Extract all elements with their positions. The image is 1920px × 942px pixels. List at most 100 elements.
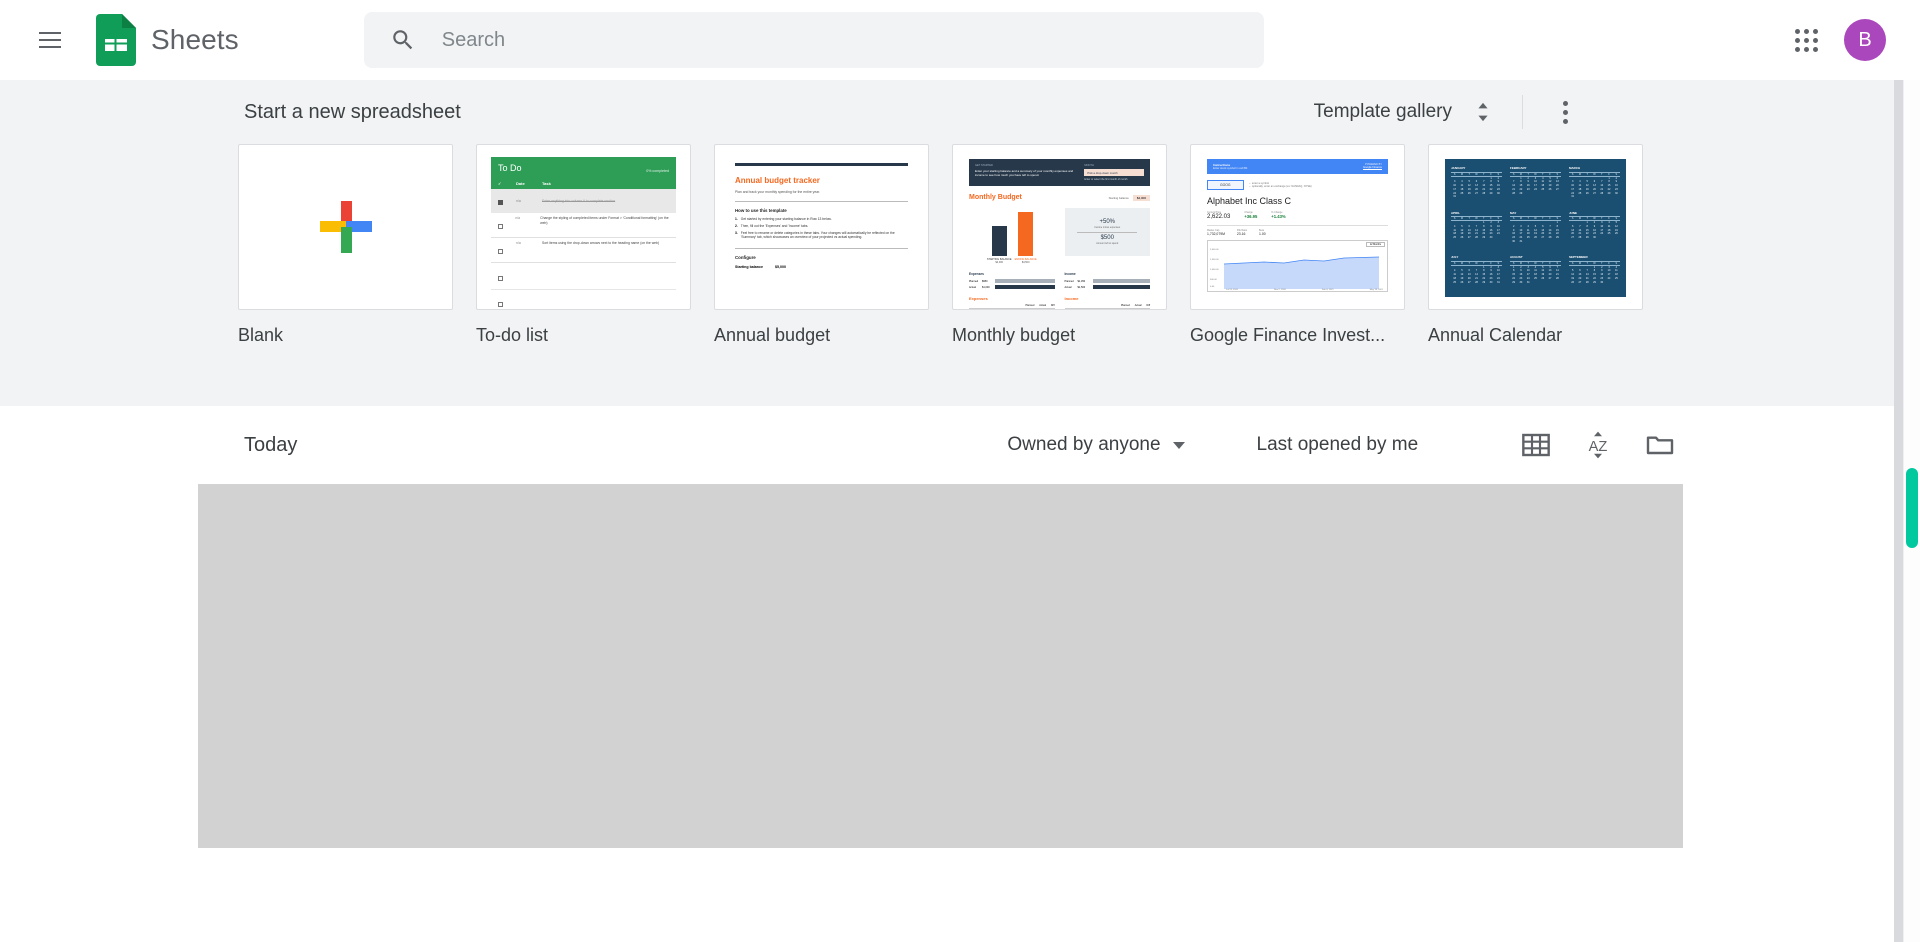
gf-banner-right-link: Google Finance	[1363, 166, 1382, 169]
templates-section: Start a new spreadsheet Template gallery	[0, 80, 1920, 406]
calendar-day: 27	[1541, 236, 1545, 240]
templates-actions: Template gallery	[1314, 92, 1880, 132]
calendar-month-name: APRIL	[1451, 210, 1460, 215]
todo-header-title: To Do	[498, 163, 522, 173]
gf-y-tick: 1,500.00	[1210, 259, 1219, 261]
section-title: Start a new spreadsheet	[244, 100, 461, 123]
calendar-day: 28	[1600, 191, 1604, 195]
calendar-weekday: S	[1453, 217, 1456, 221]
folder-icon[interactable]	[1644, 429, 1676, 461]
calendar-weekday: F	[1490, 261, 1492, 265]
calendar-day: 29	[1489, 191, 1493, 195]
gf-hint: ← optionally, enter an exchange (ex: NAS…	[1248, 185, 1312, 188]
calendar-weekday: T	[1601, 261, 1603, 265]
calendar-weekday: F	[1549, 172, 1551, 176]
gf-symbol-input: GOOG	[1207, 180, 1244, 190]
calendar-month: FEBRUARY S M T W T F S 1 2 3 4 5 6 7 8 9 10 11 12 13 14 15 16 1…	[1510, 166, 1561, 205]
template-thumbnail: To Do 0% completed ✓ Date Task n/a Enter…	[476, 144, 691, 310]
template-thumbnail	[238, 144, 453, 310]
template-gallery-link[interactable]: Template gallery	[1314, 101, 1452, 123]
calendar-day: 24	[1607, 276, 1611, 280]
calendar-day: 25	[1460, 191, 1464, 195]
calendar-month: JULY S M T W T F S 1 2 3 4 5 6 7 8 9 10 11 12 13 14 15 16 17 18 1…	[1451, 255, 1502, 290]
sheets-brand[interactable]: Sheets	[96, 14, 239, 66]
search-input[interactable]	[441, 28, 1246, 52]
mb-meter-label: Planned	[969, 279, 979, 283]
gf-x-tick: Feb 8, 2021	[1321, 288, 1334, 291]
calendar-weekday: W	[1534, 172, 1537, 176]
calendar-weekday: F	[1608, 217, 1610, 221]
sort-order-label[interactable]: Last opened by me	[1257, 434, 1419, 456]
file-list-toolbar: Today Owned by anyone Last opened by me …	[0, 406, 1920, 484]
owner-filter-label: Owned by anyone	[1007, 434, 1161, 455]
calendar-month: MAY S M T W T F S 1 2 3 4 5 6 7 8 9 10 11 12 13 14 15 16 17 18 19…	[1510, 211, 1561, 250]
calendar-month: JANUARY S M T W T F S 1 2 3 4 5 6 7 8 9 10 11 12 13 14 15 16 17…	[1451, 166, 1502, 205]
mb-meter-value: $1,450	[1077, 279, 1086, 283]
calendar-weekday: M	[1460, 261, 1463, 265]
calendar-month: MARCH S M T W T F S 1 2 3 4 5 6 7 8 9 10 11 12 13 14 15 16 17 18…	[1569, 166, 1620, 205]
calendar-weekday: W	[1534, 261, 1537, 265]
calendar-weekday: T	[1586, 217, 1588, 221]
calendar-weekday: F	[1608, 261, 1610, 265]
gf-stat2-value: 1.00	[1259, 232, 1266, 236]
hamburger-menu-icon[interactable]	[26, 16, 74, 64]
calendar-day: 29	[1482, 236, 1486, 240]
calendar-day: 30	[1512, 239, 1516, 243]
calendar-weekday: S	[1453, 261, 1456, 265]
template-card-todo-list[interactable]: To Do 0% completed ✓ Date Task n/a Enter…	[476, 144, 691, 346]
mb-meter-label: Actual	[1064, 285, 1072, 289]
gf-stat-value: +36.95	[1244, 214, 1258, 219]
calendar-day: 31	[1453, 195, 1457, 199]
budget-step: Get started by entering your starting ba…	[740, 216, 832, 221]
calendar-weekday: W	[1534, 217, 1537, 221]
calendar-weekday: T	[1527, 172, 1529, 176]
grid-view-icon[interactable]	[1520, 429, 1552, 461]
calendar-weekday: F	[1549, 217, 1551, 221]
todo-col-date: Date	[516, 181, 525, 186]
calendar-weekday: S	[1512, 172, 1515, 176]
owner-filter-dropdown[interactable]: Owned by anyone	[1007, 434, 1185, 456]
more-vert-icon[interactable]	[1545, 92, 1585, 132]
apps-grid-icon[interactable]	[1782, 16, 1830, 64]
chevron-up-down-icon[interactable]	[1466, 95, 1500, 129]
calendar-day: 30	[1489, 280, 1493, 284]
template-card-annual-budget[interactable]: Annual budget tracker Plan and track you…	[714, 144, 929, 346]
calendar-weekday: S	[1571, 217, 1574, 221]
mb-banner-heading: GET STARTED	[975, 164, 993, 167]
template-card-google-finance[interactable]: Instructions Enter stock symbol in cell …	[1190, 144, 1405, 346]
calendar-day: 25	[1534, 276, 1537, 280]
todo-row-text: Enter anything into column A to complete…	[542, 199, 616, 203]
template-label: Annual Calendar	[1428, 325, 1563, 345]
template-card-monthly-budget[interactable]: GET STARTED Enter your starting balance …	[952, 144, 1167, 346]
template-label: Annual budget	[714, 325, 831, 345]
header-right-actions: B	[1782, 0, 1886, 80]
template-card-annual-calendar[interactable]: JANUARY S M T W T F S 1 2 3 4 5 6 7 8 9 10 11 12 13 14 15 16 17…	[1428, 144, 1643, 346]
calendar-day: 27	[1548, 276, 1552, 280]
calendar-month-name: FEBRUARY	[1510, 166, 1527, 170]
gf-chart-legend: 12 Months	[1365, 242, 1385, 247]
calendar-weekday: F	[1608, 172, 1610, 176]
mb-income-heading: Income	[1064, 272, 1076, 277]
budget-configure-heading: Configure	[735, 255, 756, 261]
avatar[interactable]: B	[1844, 19, 1886, 61]
mb-banner-right-heading: MONTH	[1084, 164, 1094, 167]
mb-th: Actual	[1134, 304, 1142, 308]
mb-expenses-heading: Expenses	[969, 272, 984, 277]
gf-y-tick: 500.00	[1210, 279, 1217, 281]
calendar-weekday: S	[1556, 261, 1559, 265]
gf-y-tick: 0.00	[1210, 286, 1215, 288]
template-card-blank[interactable]: Blank	[238, 144, 453, 346]
calendar-day: 27	[1578, 280, 1582, 284]
page-scrollbar[interactable]	[1903, 80, 1920, 942]
file-list-section: Today Owned by anyone Last opened by me …	[0, 406, 1920, 848]
search-bar[interactable]	[363, 12, 1264, 68]
scrollbar-thumb[interactable]	[1906, 468, 1918, 548]
calendar-day: 28	[1512, 191, 1516, 195]
calendar-weekday: T	[1542, 172, 1544, 176]
sort-az-icon[interactable]: AZ	[1582, 429, 1614, 461]
gf-stat2-value: 23.16	[1236, 232, 1246, 236]
calendar-weekday: T	[1542, 217, 1544, 221]
calendar-day: 25	[1453, 236, 1457, 240]
calendar-month: APRIL S M T W T F S 1 2 3 4 5 6 7 8 9 10 11 12 13 14 15 16 17 18…	[1451, 211, 1502, 250]
calendar-day: 28	[1475, 236, 1478, 240]
